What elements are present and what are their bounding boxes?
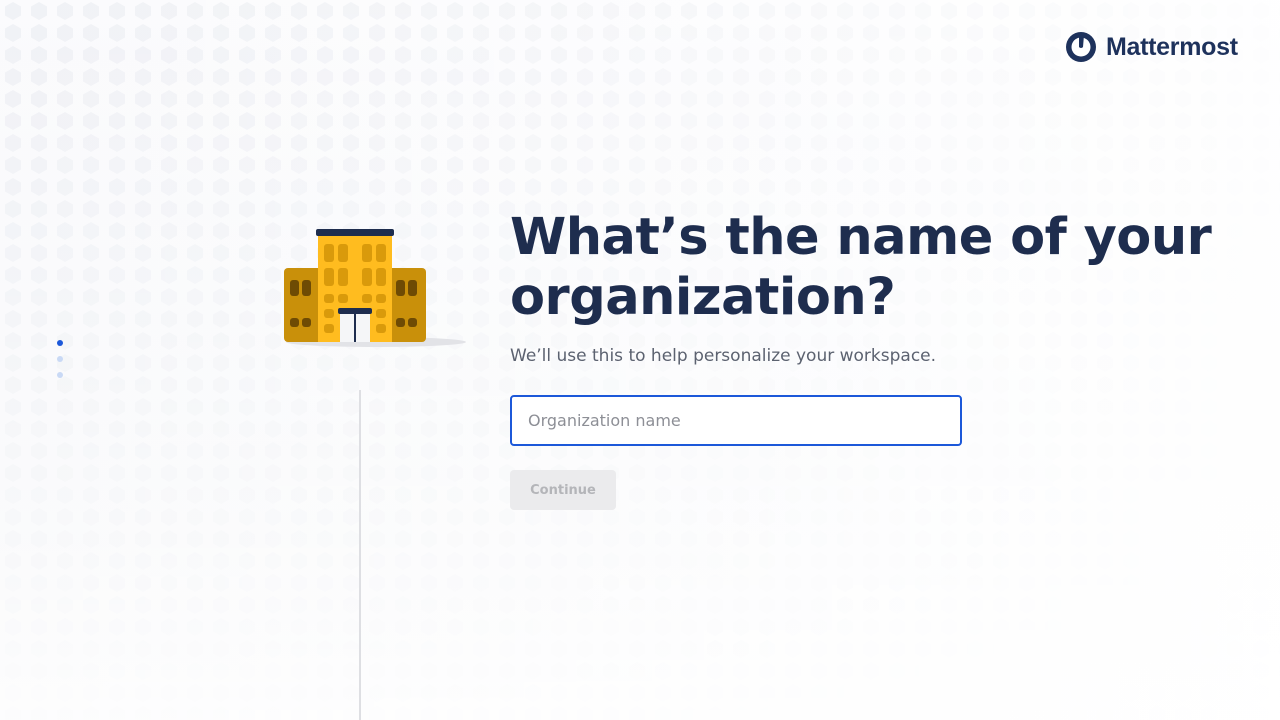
building-icon xyxy=(284,229,466,347)
page-subtitle: We’ll use this to help personalize your … xyxy=(510,346,937,366)
continue-button[interactable]: Continue xyxy=(510,470,616,510)
step-dot-1 xyxy=(57,340,63,346)
step-dot-3 xyxy=(57,372,63,378)
brand-name: Mattermost xyxy=(1106,32,1238,61)
mattermost-logo: Mattermost xyxy=(1064,30,1238,64)
mattermost-logo-icon xyxy=(1066,32,1096,62)
page-title: What’s the name of your organization? xyxy=(510,208,1212,327)
progress-line xyxy=(359,390,361,720)
step-dot-2 xyxy=(57,356,63,362)
organization-name-input[interactable] xyxy=(510,395,962,446)
step-progress-indicator xyxy=(56,340,64,388)
